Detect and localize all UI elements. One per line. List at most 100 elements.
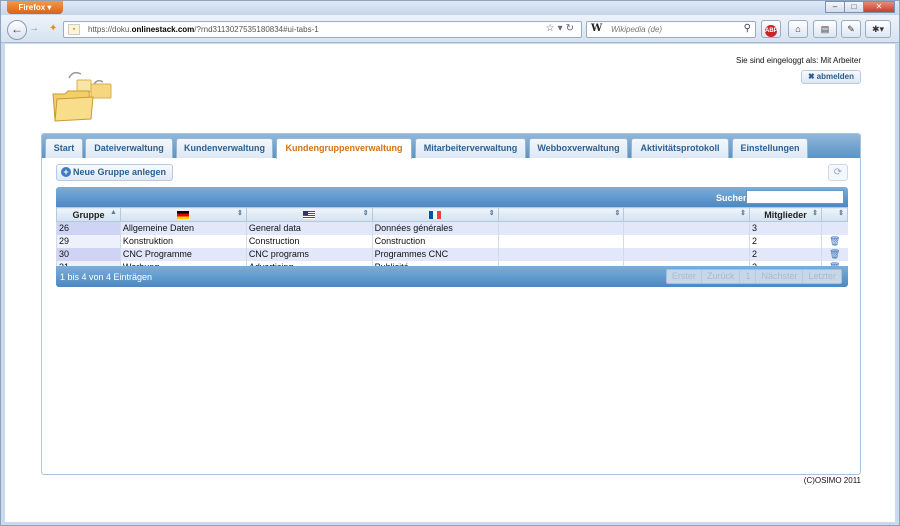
sort-asc-icon: ▲ [109,209,117,216]
tab-webboxverwaltung[interactable]: Webboxverwaltung [529,138,628,158]
tab-kundenverwaltung[interactable]: Kundenverwaltung [176,138,273,158]
table-row[interactable]: 30 CNC Programme CNC programs Programmes… [56,247,848,261]
pager-last-button[interactable]: Letzter [803,270,841,283]
sort-icon: ⇕ [488,210,495,217]
pagination: Erster Zurück 1 Nächster Letzter [665,269,842,284]
extensions-menu-button[interactable]: ✱▾ [865,20,891,38]
addon-button[interactable]: ✎ [841,20,861,38]
pager-prev-button[interactable]: Zurück [702,270,741,283]
title-bar: Firefox ▾ – □ ✕ [1,1,899,15]
pen-icon: ✎ [847,24,855,34]
sort-icon: ⇕ [838,210,844,217]
column-header-gruppe[interactable]: Gruppe ▲ [56,207,121,222]
site-favicon-icon: ▪ [68,24,80,35]
pager-page-button[interactable]: 1 [740,270,757,283]
cell-col5 [623,234,750,248]
window-controls: – □ ✕ [825,1,895,13]
column-header-german[interactable]: ⇕ [119,207,247,222]
cell-mitglieder: 3 [749,221,822,235]
pager-first-button[interactable]: Erster [667,270,702,283]
tab-bar: Start Dateiverwaltung Kundenverwaltung K… [42,134,860,159]
cell-french: Construction [371,234,499,248]
german-flag-icon [177,211,190,220]
firefox-menu-button[interactable]: Firefox ▾ [7,1,63,14]
tab-kundengruppenverwaltung[interactable]: Kundengruppenverwaltung [276,138,412,159]
copyright: (C)OSIMO 2011 [803,476,861,485]
cell-col5 [623,247,750,261]
trash-icon[interactable]: 🗑 [829,236,840,246]
cell-gruppe: 30 [56,247,121,261]
home-button[interactable]: ⌂ [788,20,808,38]
main-panel: Start Dateiverwaltung Kundenverwaltung K… [41,133,861,475]
groups-table: Gruppe ▲ ⇕ ⇕ ⇕ ⇕ ⇕ Mitglieder ⇕ ⇕ 26 Allge… [56,207,849,274]
adblock-button[interactable]: ABP [761,20,781,38]
home-icon: ⌂ [795,24,801,34]
pager-next-button[interactable]: Nächster [756,270,804,283]
trash-icon[interactable]: 🗑 [829,249,840,259]
bookmark-star-icon[interactable]: ✦ [49,23,57,34]
forward-button[interactable]: → [29,23,39,34]
cell-english: Construction [245,234,373,248]
bookmarks-button[interactable]: ▤ [813,20,837,38]
cell-col4 [497,247,624,261]
table-search-input[interactable] [746,190,844,204]
search-bar[interactable]: W Wikipedia (de) ⚲ [586,21,756,38]
cell-actions: 🗑 [820,234,848,248]
puzzle-icon: ✱▾ [871,24,885,34]
new-group-label: Neue Gruppe anlegen [73,167,167,177]
column-header-mitglieder[interactable]: Mitglieder ⇕ [749,207,822,222]
tab-start[interactable]: Start [45,138,83,158]
french-flag-icon [429,211,442,220]
column-header-english[interactable]: ⇕ [245,207,373,222]
tab-mitarbeiterverwaltung[interactable]: Mitarbeiterverwaltung [415,138,526,158]
search-icon[interactable]: ⚲ [744,23,751,34]
browser-window: Firefox ▾ – □ ✕ ← → ✦ ▪ https://doku.onl… [0,0,900,526]
cell-mitglieder: 2 [749,234,822,248]
folders-logo-icon [52,71,112,122]
close-icon: ✖ [807,72,815,81]
column-header-5[interactable]: ⇕ [623,207,751,222]
plus-icon: + [61,167,71,177]
logout-label: abmelden [816,72,854,81]
minimize-button[interactable]: – [825,1,845,13]
logout-button[interactable]: ✖ abmelden [800,70,861,84]
wikipedia-icon[interactable]: W [591,23,602,34]
tab-einstellungen[interactable]: Einstellungen [732,138,808,158]
bookmarks-icon: ▤ [820,24,830,34]
navigation-toolbar: ← → ✦ ▪ https://doku.onlinestack.com/?rn… [1,15,899,43]
dropdown-arrow-icon[interactable]: ▾ [558,23,566,34]
url-bar[interactable]: ▪ https://doku.onlinestack.com/?rnd31130… [63,21,582,38]
cell-col5 [623,221,750,235]
new-group-button[interactable]: + Neue Gruppe anlegen [56,164,174,181]
tab-aktivitaetsprotokoll[interactable]: Aktivitätsprotokoll [631,138,729,158]
reload-icon[interactable]: ↻ [566,23,577,34]
cell-actions: 🗑 [820,247,848,261]
cell-english: CNC programs [245,247,373,261]
login-info: Sie sind eingeloggt als: Mit Arbeiter [736,56,861,65]
table-row[interactable]: 29 Konstruktion Construction Constructio… [56,234,848,248]
url-text[interactable]: https://doku.onlinestack.com/?rnd3113027… [88,25,319,34]
cell-actions [820,221,848,235]
table-footer-bar: 1 bis 4 von 4 Einträgen Erster Zurück 1 … [56,266,848,287]
bookmark-star-icon[interactable]: ☆ [546,23,558,34]
tab-dateiverwaltung[interactable]: Dateiverwaltung [85,138,173,158]
column-header-french[interactable]: ⇕ [371,207,499,222]
maximize-button[interactable]: □ [844,1,864,13]
refresh-button[interactable]: ⟳ [828,164,848,181]
close-button[interactable]: ✕ [863,1,895,13]
web-page: Sie sind eingeloggt als: Mit Arbeiter ✖ a… [5,44,895,522]
cell-german: Allgemeine Daten [119,221,247,235]
column-header-actions[interactable]: ⇕ [820,207,849,222]
search-placeholder: Wikipedia (de) [611,25,663,34]
adblock-icon: ABP [765,25,778,37]
cell-gruppe: 29 [56,234,121,248]
sort-icon: ⇕ [812,210,818,217]
cell-gruppe: 26 [56,221,121,235]
table-row[interactable]: 26 Allgemeine Daten General data Données… [56,221,848,235]
cell-french: Programmes CNC [371,247,499,261]
cell-english: General data [245,221,373,235]
column-header-4[interactable]: ⇕ [497,207,625,222]
cell-col4 [497,221,624,235]
column-label-gruppe: Gruppe [72,209,105,220]
back-button[interactable]: ← [7,20,27,40]
